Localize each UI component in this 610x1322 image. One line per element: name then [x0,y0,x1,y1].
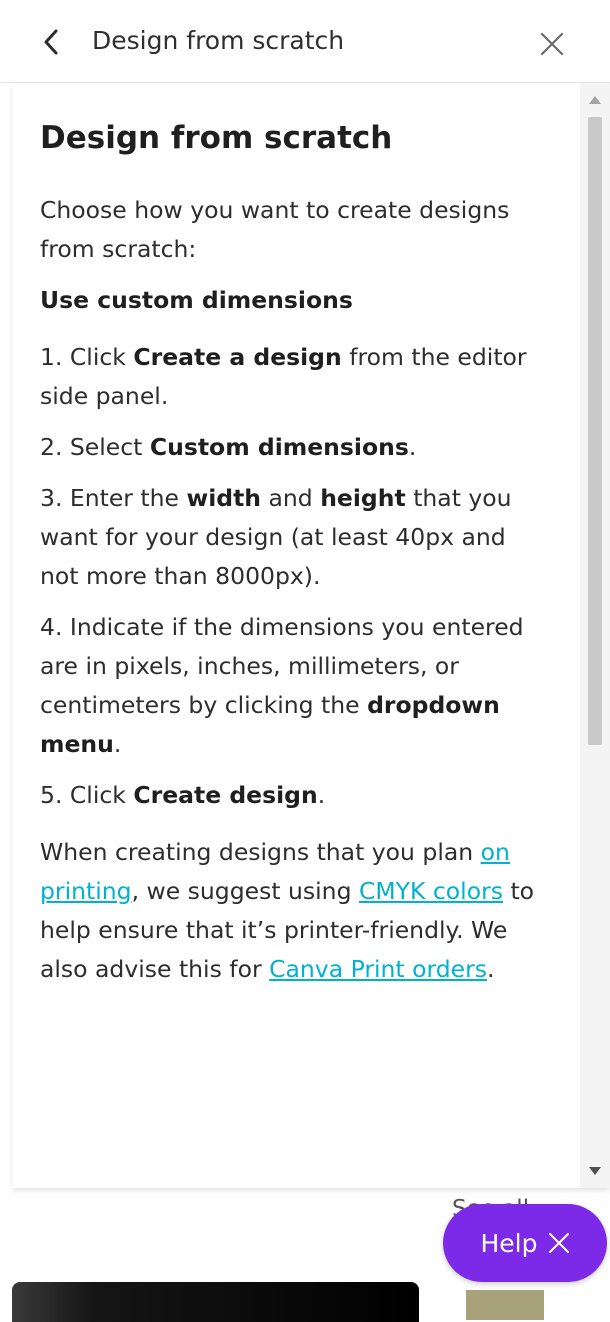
cmyk-colors-link[interactable]: CMYK colors [359,877,503,905]
step-3: 3. Enter the width and height that you w… [40,484,512,590]
article-subheading: Use custom dimensions [40,286,353,314]
step-2: 2. Select Custom dimensions. [40,433,417,461]
back-button[interactable] [34,22,68,62]
template-thumbnail[interactable] [12,1282,419,1322]
canva-print-orders-link[interactable]: Canva Print orders [269,955,487,983]
help-button-label: Help [480,1228,538,1258]
step-4: 4. Indicate if the dimensions you entere… [40,613,524,758]
close-button[interactable] [532,24,572,64]
scroll-down-button[interactable] [580,1160,610,1182]
panel-header: Design from scratch [0,0,610,83]
close-icon [540,32,564,56]
triangle-down-icon [589,1167,601,1175]
help-button[interactable]: Help [443,1204,607,1282]
template-thumbnail[interactable] [466,1290,544,1320]
print-note: When creating designs that you plan on p… [40,838,535,983]
step-5: 5. Click Create design. [40,781,326,809]
chevron-left-icon [44,29,58,55]
article-heading: Design from scratch [40,120,393,156]
article-content: Design from scratch Choose how you want … [40,113,550,1007]
help-article-panel: Design from scratch Choose how you want … [12,83,610,1188]
header-title: Design from scratch [92,26,345,55]
article-intro: Choose how you want to create designs fr… [40,196,510,263]
close-icon [548,1233,569,1253]
triangle-up-icon [589,96,601,104]
scrollbar-thumb[interactable] [588,117,602,745]
scroll-up-button[interactable] [580,89,610,111]
scrollbar[interactable] [580,83,610,1188]
step-1: 1. Click Create a design from the editor… [40,343,527,410]
